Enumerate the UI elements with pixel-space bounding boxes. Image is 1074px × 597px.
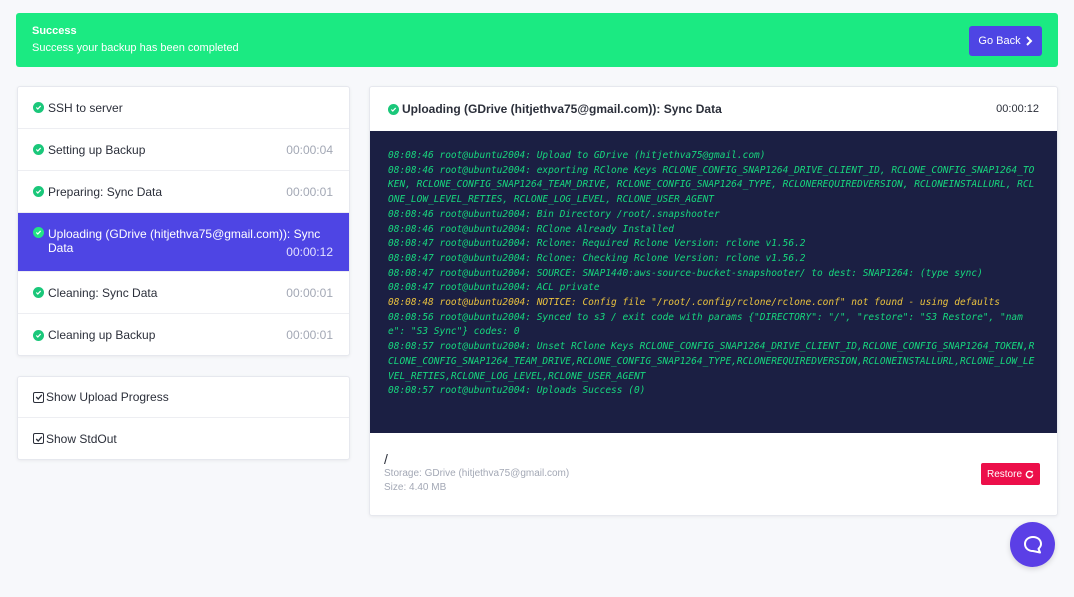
log-line: 08:08:46 root@ubuntu2004: exporting RClo… [388, 164, 1035, 206]
chevron-right-icon [1025, 36, 1033, 46]
step-label: Setting up Backup [48, 142, 146, 157]
refresh-icon [1025, 470, 1034, 478]
log-line: 08:08:47 root@ubuntu2004: Rclone: Requir… [388, 238, 806, 250]
chat-launcher-button[interactable] [1010, 522, 1055, 567]
option-label: Show Upload Progress [46, 390, 169, 404]
check-circle-icon [33, 227, 44, 238]
banner-message: Success your backup has been completed [32, 42, 239, 54]
log-line: 08:08:47 root@ubuntu2004: SOURCE: SNAP14… [388, 267, 983, 279]
log-line: 08:08:57 root@ubuntu2004: Uploads Succes… [388, 385, 646, 397]
result-storage: Storage: GDrive (hitjethva75@gmail.com) [384, 468, 570, 479]
step-item[interactable]: SSH to server [18, 87, 349, 129]
steps-list: SSH to server Setting up Backup 00:00:04 Pr… [17, 86, 350, 356]
options-list: Show Upload Progress Show StdOut [17, 376, 350, 460]
option-item[interactable]: Show Upload Progress [18, 377, 349, 418]
log-line: 08:08:57 root@ubuntu2004: Unset RClone K… [388, 341, 1035, 382]
log-title: Uploading (GDrive (hitjethva75@gmail.com… [402, 102, 722, 116]
check-circle-icon [33, 102, 44, 113]
log-terminal[interactable]: 08:08:46 root@ubuntu2004: Upload to GDri… [370, 131, 1057, 433]
option-label: Show StdOut [46, 431, 117, 446]
result-path: / [384, 451, 388, 467]
log-line: 08:08:46 root@ubuntu2004: Bin Directory … [388, 208, 720, 220]
restore-button[interactable]: Restore [981, 463, 1040, 485]
chat-bubble-icon [1023, 535, 1042, 553]
log-time: 00:00:12 [996, 103, 1039, 115]
check-circle-icon [33, 329, 44, 341]
step-item[interactable]: Uploading (GDrive (hitjethva75@gmail.com… [18, 213, 349, 272]
check-circle-icon [388, 103, 399, 115]
check-circle-icon [33, 186, 44, 197]
log-header: Uploading (GDrive (hitjethva75@gmail.com… [370, 87, 1057, 131]
result-footer: / Storage: GDrive (hitjethva75@gmail.com… [370, 433, 1057, 515]
step-duration: 00:00:04 [286, 142, 333, 157]
check-circle-icon [33, 287, 44, 298]
check-circle-icon [33, 144, 44, 155]
result-size: Size: 4.40 MB [384, 482, 447, 493]
log-line: 08:08:46 root@ubuntu2004: RClone Already… [388, 223, 674, 235]
log-line: 08:08:47 root@ubuntu2004: Rclone: Checki… [388, 252, 806, 264]
restore-label: Restore [986, 468, 1022, 480]
success-banner: Success Success your backup has been com… [16, 13, 1058, 67]
banner-title: Success [32, 25, 77, 37]
go-back-label: Go Back [978, 35, 1021, 47]
step-label: Preparing: Sync Data [48, 184, 163, 199]
step-duration: 00:00:12 [286, 245, 333, 259]
step-label: Cleaning up Backup [48, 328, 156, 342]
option-item[interactable]: Show StdOut [18, 418, 349, 459]
step-label: SSH to server [48, 100, 123, 115]
checkbox[interactable] [33, 391, 44, 403]
step-duration: 00:00:01 [286, 328, 333, 342]
go-back-button[interactable]: Go Back [969, 26, 1042, 56]
step-item[interactable]: Cleaning: Sync Data 00:00:01 [18, 272, 349, 314]
step-label: Cleaning: Sync Data [48, 285, 158, 300]
log-panel: Uploading (GDrive (hitjethva75@gmail.com… [369, 86, 1058, 516]
log-line: 08:08:56 root@ubuntu2004: Synced to s3 /… [388, 311, 1023, 338]
step-item[interactable]: Preparing: Sync Data 00:00:01 [18, 171, 349, 213]
step-item[interactable]: Cleaning up Backup 00:00:01 [18, 314, 349, 355]
step-duration: 00:00:01 [286, 285, 333, 300]
checkbox[interactable] [33, 433, 44, 444]
log-line: 08:08:46 root@ubuntu2004: Upload to GDri… [388, 150, 766, 161]
step-duration: 00:00:01 [286, 184, 333, 199]
log-line: 08:08:47 root@ubuntu2004: ACL private [388, 282, 600, 294]
step-item[interactable]: Setting up Backup 00:00:04 [18, 129, 349, 171]
log-line: 08:08:48 root@ubuntu2004: NOTICE: Config… [388, 297, 1000, 309]
